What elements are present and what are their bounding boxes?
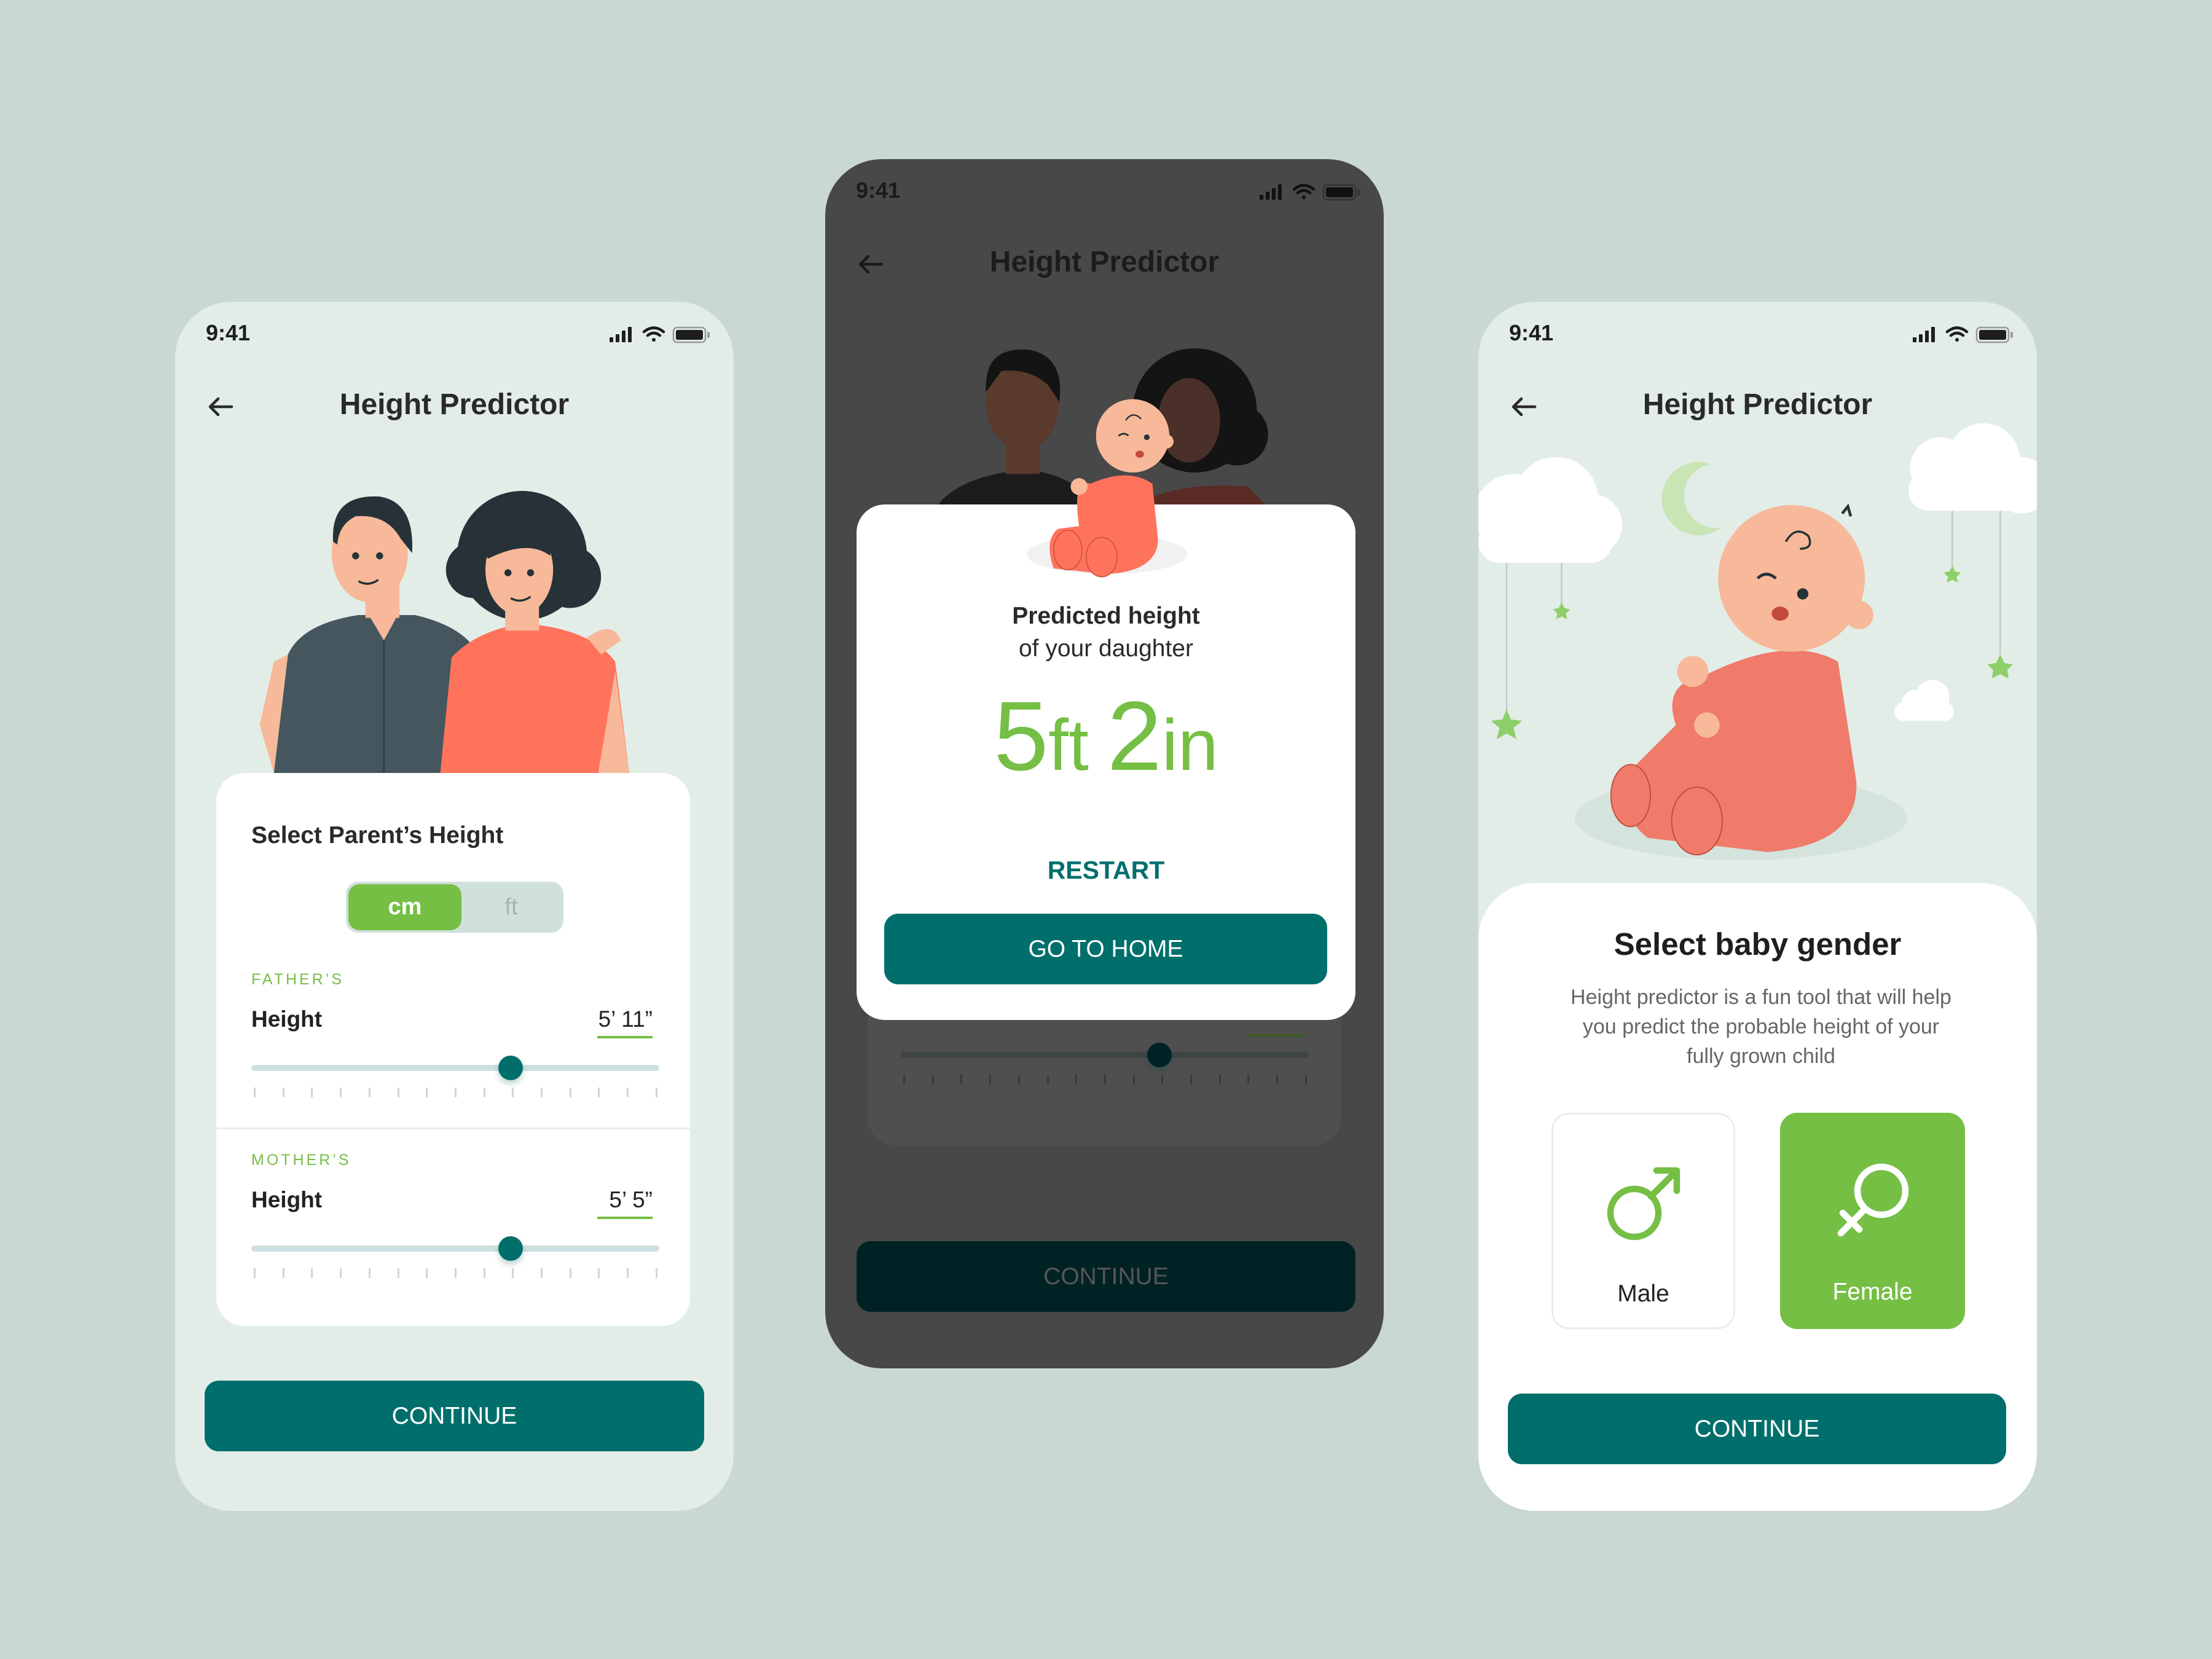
mother-height-slider[interactable] [251,1245,659,1252]
father-section-label: FATHER’S [251,971,344,988]
continue-button[interactable]: CONTINUE [205,1381,704,1451]
page-title: Height Predictor [1642,388,1873,421]
battery-icon [1322,184,1360,201]
unit-ft-button[interactable]: ft [461,884,561,930]
continue-button[interactable]: CONTINUE [1508,1394,2006,1464]
mother-slider-thumb[interactable] [498,1236,523,1261]
male-label: Male [1617,1281,1669,1307]
screen-baby-gender: 9:41 Height Predictor Select baby gender… [1478,302,2037,1511]
continue-button-dimmed: CONTINUE [857,1241,1355,1312]
cloud-icon [1894,680,1954,721]
divider [216,1128,690,1129]
father-slider-thumb[interactable] [498,1056,523,1080]
result-line-2: of your daughter [1018,635,1194,662]
cloud-icon [1478,457,1623,563]
card-title: Select Parent’s Height [251,822,504,849]
female-label: Female [1832,1279,1913,1305]
dimmed-slider-ticks [903,1075,1307,1084]
mother-height-label: Height [251,1187,323,1212]
mother-height-value[interactable]: 5’ 5” [597,1187,653,1219]
unit-cm-button[interactable]: cm [348,884,461,930]
moon-icon [1661,461,1721,536]
cloud-icon [1908,423,2037,514]
battery-icon [672,326,710,343]
wifi-icon [1292,184,1316,199]
signal-icon [1260,184,1282,200]
father-height-label: Height [251,1006,323,1032]
father-slider-ticks [254,1088,657,1097]
battery-icon [1975,326,2013,343]
wifi-icon [642,326,665,342]
page-title: Height Predictor [339,388,570,421]
father-height-slider[interactable] [251,1065,659,1071]
screen-parent-height: 9:41 Height Predictor Select Parent’s He… [175,302,734,1511]
feet-unit: ft [1048,705,1089,786]
status-icons [1913,326,2013,343]
feet-number: 5 [994,681,1049,791]
gender-heading: Select baby gender [1614,927,1902,962]
mother-slider-ticks [254,1268,657,1278]
signal-icon [610,327,632,342]
status-icons [610,326,710,343]
status-time: 9:41 [1509,320,1554,345]
wifi-icon [1945,326,1969,342]
gender-description: Height predictor is a fun tool that will… [1571,986,1951,1068]
star-icon [1491,565,2013,739]
page-title: Height Predictor [989,246,1220,278]
gender-option-female[interactable]: Female [1780,1113,1965,1329]
signal-icon [1913,327,1935,342]
unit-toggle: cm ft [346,882,563,933]
inches-unit: in [1161,705,1218,786]
male-symbol-icon [1607,1167,1681,1241]
screen-prediction-result: 9:41 Height Predictor CONTINUE Predicted… [825,159,1384,1368]
result-modal: Predicted height of your daughter 5ft 2in… [857,504,1355,1020]
gender-option-male[interactable]: Male [1551,1113,1735,1329]
dimmed-slider [901,1052,1309,1058]
dimmed-slider-thumb [1147,1043,1172,1067]
female-symbol-icon [1837,1163,1909,1237]
result-line-1: Predicted height [1012,603,1200,629]
status-time: 9:41 [206,320,251,345]
predicted-height-value: 5ft 2in [857,680,1355,793]
dimmed-value-underline [1250,1034,1305,1037]
father-height-value[interactable]: 5’ 11” [597,1006,653,1038]
inches-number: 2 [1107,681,1162,791]
go-to-home-button[interactable]: GO TO HOME [884,914,1327,984]
parent-height-card: Select Parent’s Height cm ft FATHER’S He… [216,773,690,1326]
restart-button[interactable]: RESTART [857,856,1355,885]
status-time: 9:41 [856,178,901,203]
status-icons [1260,184,1360,201]
mother-section-label: MOTHER’S [251,1151,351,1169]
